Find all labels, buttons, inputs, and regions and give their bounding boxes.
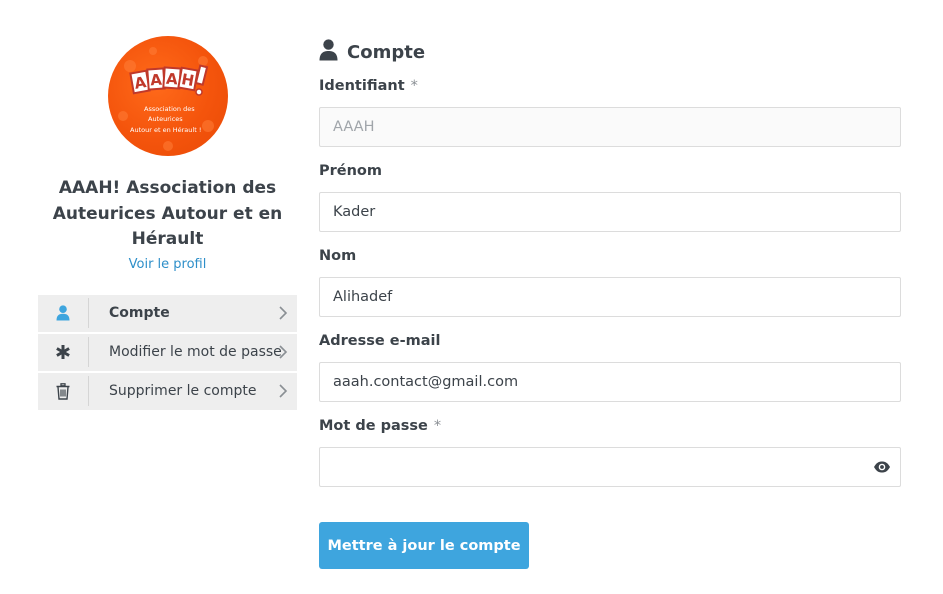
account-menu: Compte Modifier le mot de passe Supprime… [38, 294, 297, 410]
chevron-right-icon [278, 383, 288, 403]
email-label: Adresse e-mail [319, 333, 441, 349]
menu-item-account[interactable]: Compte [38, 294, 297, 332]
view-profile-link[interactable]: Voir le profil [38, 257, 297, 272]
menu-item-label: Modifier le mot de passe [109, 344, 282, 360]
menu-item-label: Supprimer le compte [109, 383, 257, 399]
update-account-button[interactable]: Mettre à jour le compte [319, 522, 529, 569]
menu-item-change-password[interactable]: Modifier le mot de passe [38, 333, 297, 371]
last-name-field[interactable] [319, 277, 901, 317]
user-icon [38, 295, 88, 332]
chevron-right-icon [278, 344, 288, 364]
username-field [319, 107, 901, 147]
aaah-logo: A A A H Association des Auteurices Autou… [117, 47, 214, 151]
section-header: Compte [319, 38, 901, 66]
password-label: Mot de passe * [319, 418, 441, 438]
account-form: Compte Identifiant * Prénom Nom Adresse e… [319, 38, 901, 569]
svg-text:A: A [165, 70, 178, 89]
menu-separator [88, 376, 89, 406]
chevron-right-icon [278, 305, 288, 325]
avatar: A A A H Association des Auteurices Autou… [107, 36, 228, 156]
username-group: Identifiant * [319, 78, 418, 98]
password-label-text: Mot de passe [319, 418, 428, 434]
svg-text:Auteurices: Auteurices [148, 115, 183, 123]
svg-text:Autour et en Hérault !: Autour et en Hérault ! [130, 126, 201, 134]
menu-item-label: Compte [109, 305, 170, 321]
password-wrapper [319, 447, 901, 487]
first-name-label: Prénom [319, 163, 383, 179]
required-marker: * [433, 418, 442, 434]
profile-name: AAAH! Association des Auteurices Autour … [52, 178, 283, 249]
username-label-text: Identifiant [319, 78, 405, 94]
section-title: Compte [347, 41, 426, 63]
asterisk-icon [38, 334, 88, 371]
profile-sidebar: A A A H Association des Auteurices Autou… [38, 36, 297, 412]
email-field[interactable] [319, 362, 901, 402]
menu-separator [88, 298, 89, 328]
svg-text:A: A [149, 71, 162, 90]
menu-item-delete-account[interactable]: Supprimer le compte [38, 372, 297, 410]
password-field[interactable] [319, 447, 901, 487]
username-label: Identifiant * [319, 78, 418, 98]
last-name-label: Nom [319, 248, 357, 264]
svg-text:Association des: Association des [144, 105, 195, 113]
user-icon [319, 39, 338, 65]
menu-separator [88, 337, 89, 367]
trash-icon [38, 373, 88, 410]
first-name-field[interactable] [319, 192, 901, 232]
required-marker: * [410, 78, 418, 94]
eye-icon[interactable] [873, 459, 891, 478]
